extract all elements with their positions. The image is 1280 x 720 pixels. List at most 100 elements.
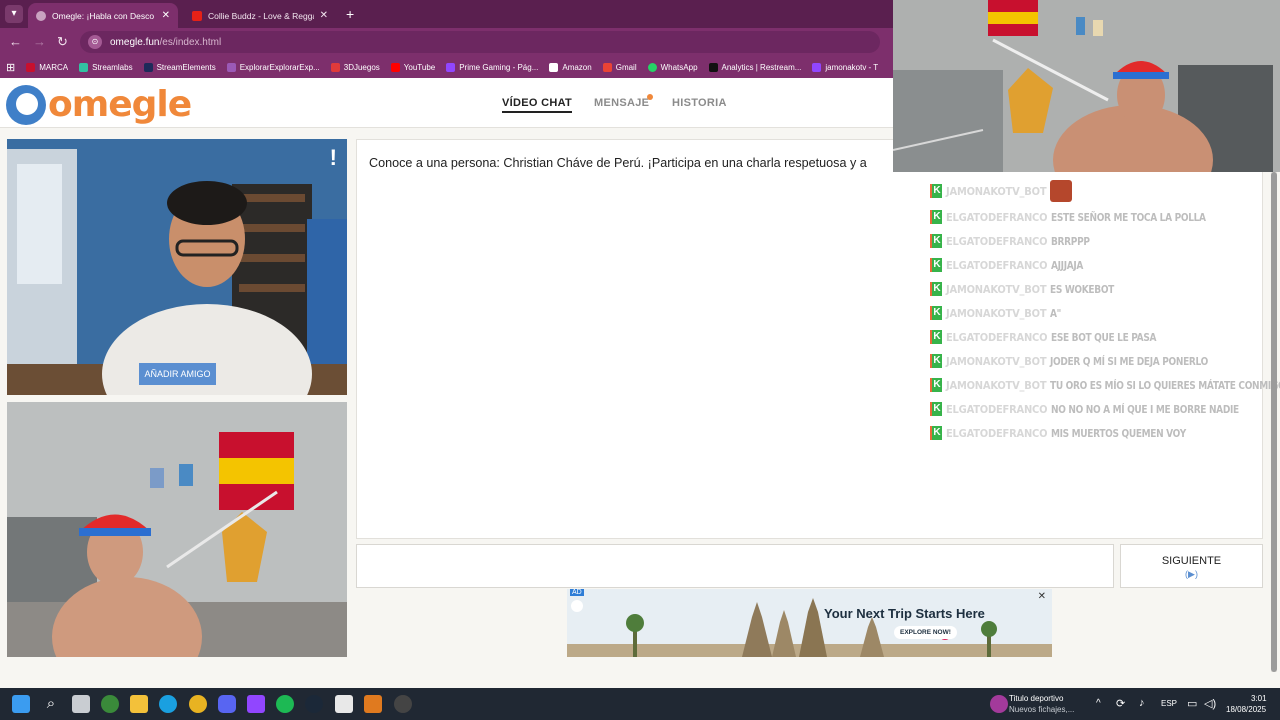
chat-username: JAMONAKOTV_BOT [946,354,1047,368]
ad-cta-button[interactable]: EXPLORE NOW! [894,626,957,639]
kick-badge-icon: K [930,210,942,224]
bookmark-amazon[interactable]: Amazon [549,62,592,72]
kick-badge-icon: K [930,234,942,248]
scrollbar-thumb[interactable] [1271,172,1277,672]
chat-text: TU ORO ES MÍO SI LO QUIERES MÁTATE CONMI… [1050,378,1280,392]
bookmark-streamlabs[interactable]: Streamlabs [79,62,133,72]
spotify-icon[interactable] [276,695,294,713]
windows-start-icon[interactable] [12,695,30,713]
next-button-label: SIGUIENTE [1161,555,1222,567]
chat-message: K ELGATODEFRANCO MIS MUERTOS QUEMEN VOY [930,423,1216,443]
fl-studio-icon[interactable] [364,695,382,713]
next-play-icon: (▶) [1185,569,1198,579]
microphone-icon[interactable]: ♪ [1139,697,1145,709]
omegle-logo[interactable]: omegle [6,84,192,125]
chat-text: BRRPPP [1051,234,1090,248]
chat-username: ELGATODEFRANCO [946,426,1048,440]
search-icon[interactable]: ⌕ [42,695,60,713]
bookmark-gmail[interactable]: Gmail [602,62,637,72]
bookmark-3djuegos[interactable]: 3DJuegos [330,62,380,72]
back-arrow-icon[interactable]: ← [9,34,22,49]
notification-dot [647,94,653,100]
apps-grid-icon[interactable]: ⊞ [6,61,15,74]
chat-message: K ELGATODEFRANCO ESTE SEÑOR ME TOCA LA P… [930,207,1240,227]
chrome-icon[interactable] [189,695,207,713]
kick-badge-icon: K [930,354,942,368]
clock-date[interactable]: 18/08/2025 [1226,705,1266,714]
bookmark-jamonakotv[interactable]: jamonakotv - T [812,62,878,72]
language-indicator[interactable]: ESP [1161,699,1177,708]
bookmark-youtube[interactable]: YouTube [390,62,435,72]
task-view-icon[interactable] [72,695,90,713]
file-explorer-icon[interactable] [130,695,148,713]
chat-text: NO NO NO A MÍ QUE I ME BORRE NADIE [1051,402,1240,416]
omegle-favicon-icon [36,10,46,21]
tab-omegle[interactable]: Omegle: ¡Habla con Desco ✕ [28,3,178,28]
chat-message: K ELGATODEFRANCO ESE BOT QUE LE PASA [930,327,1180,347]
bookmark-analytics[interactable]: Analytics | Restream... [708,62,801,72]
kick-badge-icon: K [930,306,942,320]
bookmark-marca[interactable]: MARCA [26,62,68,72]
chat-username: JAMONAKOTV_BOT [946,306,1047,320]
widget-title[interactable]: Titulo deportivo [1009,694,1063,703]
clock-time[interactable]: 3:01 [1251,694,1267,703]
bookmark-streamelements[interactable]: StreamElements [143,62,216,72]
tab-search-icon[interactable]: ▾ [5,5,23,23]
chat-message: K JAMONAKOTV_BOT ES WOKEBOT [930,279,1128,299]
steam-icon[interactable] [305,695,323,713]
chat-username: ELGATODEFRANCO [946,210,1048,224]
capcut-icon[interactable] [335,695,353,713]
xbox-icon[interactable] [101,695,119,713]
url-field[interactable]: ⊙ omegle.fun/es/index.html [80,31,880,53]
reload-icon[interactable]: ↻ [57,34,68,50]
ad-badge: AD [570,589,584,596]
chat-text: ES WOKEBOT [1050,282,1115,296]
kick-badge-icon: K [930,184,942,198]
message-input[interactable] [356,544,1114,588]
obs-icon[interactable] [394,695,412,713]
chat-username: ELGATODEFRANCO [946,234,1048,248]
kick-badge-icon: K [930,330,942,344]
stranger-video: ! AÑADIR AMIGO [7,139,347,395]
chat-username: ELGATODEFRANCO [946,258,1048,272]
page-scrollbar[interactable] [1271,172,1277,672]
nav-history[interactable]: HISTORIA [672,97,727,109]
twitch-icon[interactable] [247,695,265,713]
tab-close-icon[interactable]: ✕ [162,10,170,21]
tray-sync-icon[interactable]: ⟳ [1116,697,1125,710]
nav-video-chat[interactable]: VÍDEO CHAT [502,97,573,113]
bookmark-explorar[interactable]: ExplorarExplorarExp... [226,62,320,72]
news-widget-icon[interactable] [990,695,1008,713]
bookmark-whatsapp[interactable]: WhatsApp [647,62,698,72]
kick-badge-icon: K [930,402,942,416]
chat-username: ELGATODEFRANCO [946,402,1048,416]
widget-subtitle[interactable]: Nuevos fichajes,... [1009,705,1074,714]
discord-icon[interactable] [218,695,236,713]
volume-icon[interactable]: ◁) [1204,697,1216,710]
ad-banner[interactable]: AD ✕ Your Next Trip Starts Here EXPLORE … [567,589,1052,657]
kick-badge-icon: K [930,258,942,272]
next-button[interactable]: SIGUIENTE (▶) [1120,544,1263,588]
edge-icon[interactable] [159,695,177,713]
tray-chevron-icon[interactable]: ^ [1096,698,1101,709]
bookmark-prime-gaming[interactable]: Prime Gaming - Pág... [446,62,538,72]
tab-youtube[interactable]: Collie Buddz - Love & Reggae ✕ [184,3,336,28]
add-friend-button[interactable]: AÑADIR AMIGO [139,363,216,385]
kick-badge-icon: K [930,282,942,296]
tab-close-icon[interactable]: ✕ [320,10,328,21]
forward-arrow-icon[interactable]: → [33,34,46,49]
logo-text: omegle [48,84,192,125]
chat-message: K JAMONAKOTV_BOT [930,180,1073,202]
new-tab-button[interactable]: + [346,6,354,22]
streamer-webcam-overlay [893,0,1280,172]
streamer-webcam-frame [893,0,1280,172]
network-icon[interactable]: ▭ [1187,697,1197,710]
chat-message: K JAMONAKOTV_BOT JODER Q MÍ SI ME DEJA P… [930,351,1243,371]
chat-text: JODER Q MÍ SI ME DEJA PONERLO [1050,354,1209,368]
nav-message[interactable]: MENSAJE [594,97,649,109]
kick-badge-icon: K [930,426,942,440]
report-icon[interactable]: ! [330,145,337,171]
chat-username: JAMONAKOTV_BOT [946,184,1047,198]
ad-close-icon[interactable]: ✕ [1038,591,1046,602]
site-info-icon[interactable]: ⊙ [88,35,102,49]
